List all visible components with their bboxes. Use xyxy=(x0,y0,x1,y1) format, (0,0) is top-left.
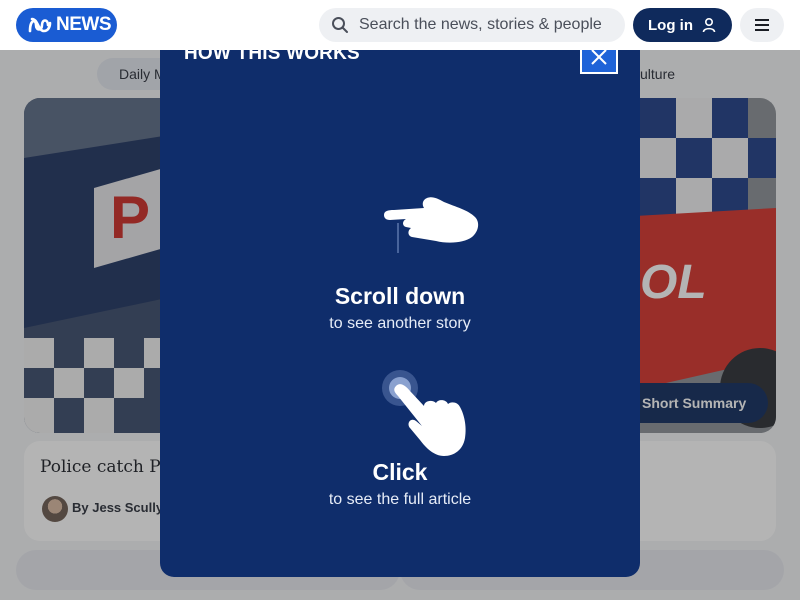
login-button[interactable]: Log in xyxy=(633,8,732,42)
close-icon xyxy=(591,49,607,65)
how-this-works-dialog: HOW THIS WORKS Scroll down to see anothe… xyxy=(160,33,640,577)
step-scroll-title: Scroll down xyxy=(334,283,466,309)
step-click-subtitle: to see the full article xyxy=(328,491,472,508)
step-click-title: Click xyxy=(372,459,428,485)
logo-text: NEWS xyxy=(56,14,112,35)
abc-logo-icon xyxy=(28,17,52,33)
step-scroll-subtitle: to see another story xyxy=(329,315,471,332)
tap-hand-icon xyxy=(382,370,466,456)
abc-news-logo[interactable]: NEWS xyxy=(16,8,117,42)
pointing-hand-icon xyxy=(384,197,479,253)
menu-button[interactable] xyxy=(740,8,784,42)
site-header: NEWS Search the news, stories & people L… xyxy=(0,0,800,50)
search-input[interactable]: Search the news, stories & people xyxy=(319,8,625,42)
user-icon xyxy=(702,17,716,33)
search-icon xyxy=(332,17,348,33)
search-placeholder: Search the news, stories & people xyxy=(359,16,602,33)
hamburger-menu-icon xyxy=(755,19,769,31)
login-label: Log in xyxy=(648,16,693,34)
